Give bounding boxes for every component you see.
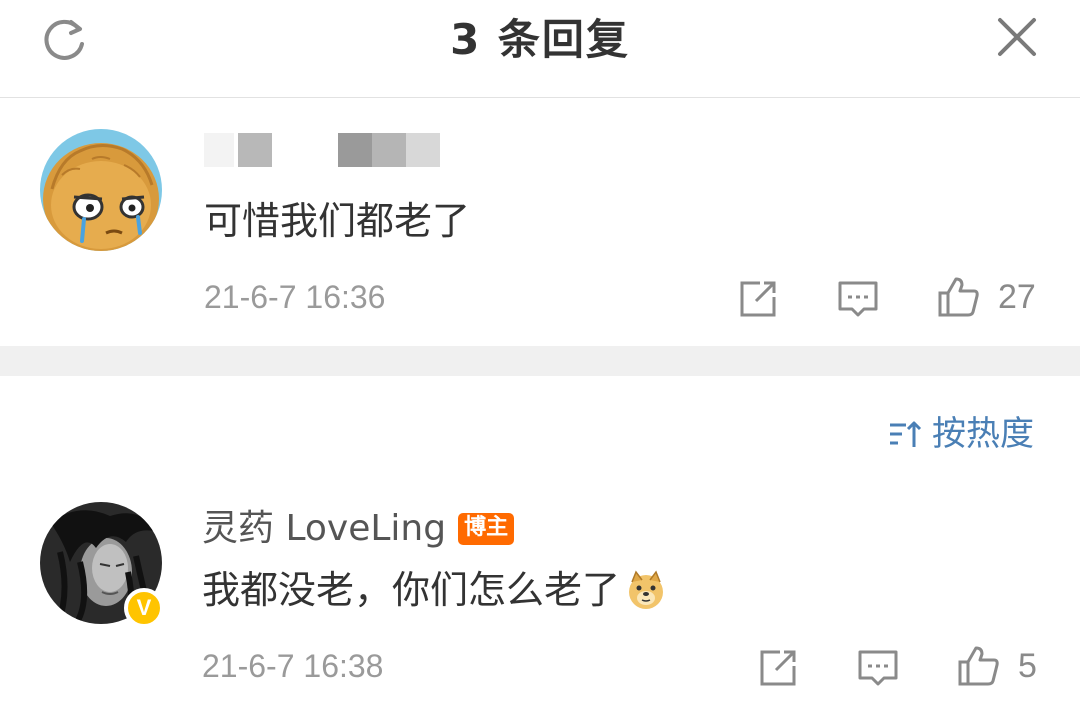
like-icon[interactable] [936,275,980,319]
sort-icon [890,421,922,447]
share-icon[interactable] [736,277,780,321]
author-badge: 博主 [458,513,515,545]
comment-time: 21-6-7 16:36 [204,279,386,315]
doge-emoji-icon [629,570,664,609]
reply-header: 3 条回复 [0,0,1080,98]
page-title: 3 条回复 [450,15,630,64]
comment-icon[interactable] [856,646,900,690]
share-icon[interactable] [756,646,800,690]
username-blurred[interactable] [204,133,504,167]
comment-item: 可惜我们都老了 21-6-7 16:36 27 [0,99,1080,346]
avatar[interactable] [40,129,162,251]
comment-text-content: 我都没老，你们怎么老了 [202,568,621,612]
like-count: 27 [998,278,1036,316]
section-divider [0,346,1080,376]
comment-icon[interactable] [836,277,880,321]
comment-item: V 灵药 LoveLing 博主 我都没老，你们怎么老了 21-6-7 16:3… [0,500,1080,712]
sort-by-hot-button[interactable]: 按热度 [888,412,1034,456]
like-icon[interactable] [956,644,1000,688]
username-text[interactable]: 灵药 LoveLing [202,506,446,552]
verified-badge: V [124,588,164,628]
close-icon[interactable] [994,14,1040,60]
like-count: 5 [1018,647,1037,685]
username[interactable]: 灵药 LoveLing 博主 [202,506,515,552]
sort-label: 按热度 [932,414,1034,454]
comment-time: 21-6-7 16:38 [202,648,384,684]
comment-text: 可惜我们都老了 [204,199,471,243]
comment-text: 我都没老，你们怎么老了 [202,566,666,614]
